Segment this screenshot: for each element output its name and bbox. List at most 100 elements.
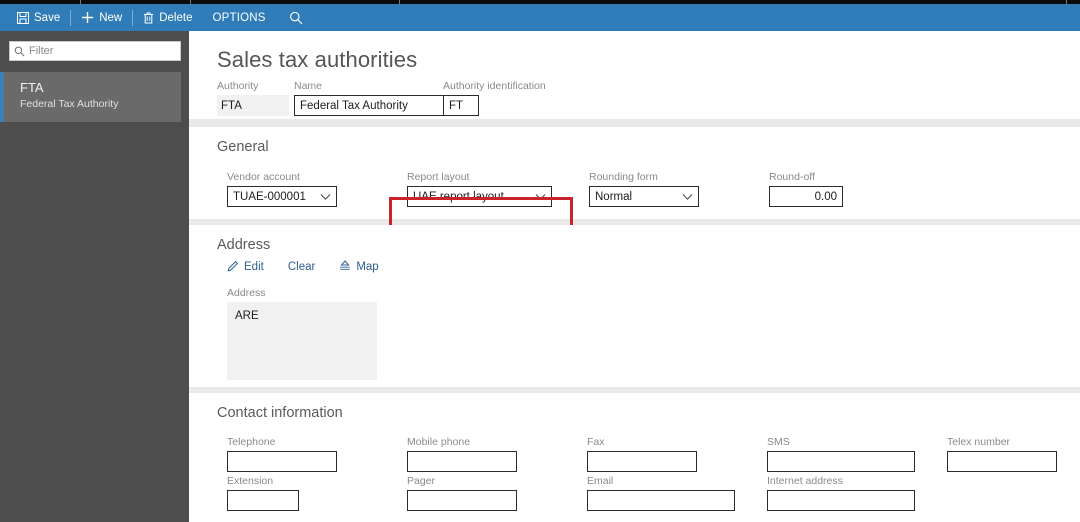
extension-field: Extension: [227, 475, 299, 511]
new-button[interactable]: New: [72, 4, 131, 31]
search-button[interactable]: [277, 4, 315, 31]
address-edit-label: Edit: [244, 261, 264, 273]
address-edit-button[interactable]: Edit: [227, 258, 264, 276]
search-icon: [289, 11, 303, 25]
report-layout-select[interactable]: UAE report layout: [407, 186, 552, 207]
toolbar-separator: [132, 9, 134, 26]
filter-box[interactable]: [9, 41, 181, 61]
chevron-down-icon: [320, 193, 331, 200]
delete-button-label: Delete: [159, 11, 193, 24]
options-menu-label: OPTIONS: [212, 11, 266, 24]
sidebar-item-title: FTA: [20, 80, 44, 95]
pager-field: Pager: [407, 475, 517, 511]
sms-input[interactable]: [773, 455, 909, 468]
fax-input[interactable]: [593, 455, 691, 468]
contact-information-title: Contact information: [217, 405, 343, 421]
extension-input[interactable]: [233, 494, 293, 507]
command-bar: Save New Delete OPTIONS: [0, 4, 1080, 31]
telephone-field: Telephone: [227, 436, 337, 472]
address-textarea[interactable]: ARE: [227, 302, 377, 380]
mobile-phone-box[interactable]: [407, 451, 517, 472]
pager-label: Pager: [407, 475, 436, 487]
pencil-icon: [227, 260, 239, 275]
vendor-account-select[interactable]: TUAE-000001: [227, 186, 337, 207]
rounding-form-label: Rounding form: [589, 171, 658, 183]
rounding-form-select[interactable]: Normal: [589, 186, 699, 207]
sms-field: SMS: [767, 436, 915, 472]
general-section-title: General: [217, 139, 269, 155]
rounding-form-field: Rounding form Normal: [589, 171, 699, 207]
internet-address-input[interactable]: [773, 494, 909, 507]
navigation-list: FTA Federal Tax Authority: [0, 72, 189, 122]
authority-identification-box[interactable]: [443, 95, 479, 116]
email-input[interactable]: [593, 494, 729, 507]
general-section: General Vendor account TUAE-000001 Repor…: [189, 127, 1080, 247]
save-button-label: Save: [34, 11, 61, 24]
address-clear-button[interactable]: Clear: [288, 258, 315, 276]
extension-label: Extension: [227, 475, 274, 487]
pager-input[interactable]: [413, 494, 511, 507]
extension-box[interactable]: [227, 490, 299, 511]
round-off-label: Round-off: [769, 171, 815, 183]
new-button-label: New: [99, 11, 123, 24]
report-layout-label: Report layout: [407, 171, 470, 183]
save-disk-icon: [17, 11, 29, 24]
internet-address-box[interactable]: [767, 490, 915, 511]
trash-icon: [143, 12, 154, 24]
authority-identification-input[interactable]: [449, 99, 473, 112]
round-off-value: 0.00: [814, 190, 837, 203]
address-section-title: Address: [217, 237, 271, 253]
mobile-phone-input[interactable]: [413, 455, 511, 468]
email-box[interactable]: [587, 490, 735, 511]
pager-box[interactable]: [407, 490, 517, 511]
authority-field-value: FTA: [217, 95, 289, 116]
address-section: Address Edit Clear Map Address ARE: [189, 225, 1080, 387]
report-layout-field: Report layout UAE report layout: [407, 171, 552, 207]
fax-box[interactable]: [587, 451, 697, 472]
address-map-button[interactable]: Map: [339, 258, 379, 276]
page-header-card: Sales tax authorities Authority FTA Name…: [189, 31, 1080, 119]
telex-number-box[interactable]: [947, 451, 1057, 472]
authority-identification-field: Authority identification: [443, 80, 588, 116]
internet-address-field: Internet address: [767, 475, 915, 511]
mobile-phone-field: Mobile phone: [407, 436, 517, 472]
address-value-field: Address ARE: [227, 287, 377, 385]
internet-address-label: Internet address: [767, 475, 843, 487]
vendor-account-label: Vendor account: [227, 171, 300, 183]
round-off-box[interactable]: 0.00: [769, 186, 843, 207]
selection-accent-bar: [0, 72, 4, 122]
sidebar-item-fta[interactable]: FTA Federal Tax Authority: [0, 72, 181, 122]
delete-button[interactable]: Delete: [134, 4, 201, 31]
telephone-box[interactable]: [227, 451, 337, 472]
address-map-label: Map: [356, 261, 379, 273]
telex-number-input[interactable]: [953, 455, 1051, 468]
telephone-label: Telephone: [227, 436, 276, 448]
rounding-form-value: Normal: [595, 190, 633, 203]
fax-label: Fax: [587, 436, 605, 448]
report-layout-value: UAE report layout: [413, 190, 504, 203]
sms-label: SMS: [767, 436, 790, 448]
map-pin-icon: [339, 259, 351, 275]
fax-field: Fax: [587, 436, 697, 472]
toolbar-separator: [70, 9, 72, 26]
telex-number-field: Telex number: [947, 436, 1057, 472]
email-label: Email: [587, 475, 614, 487]
address-toolbar: Edit Clear Map: [227, 258, 379, 276]
sidebar-item-subtitle: Federal Tax Authority: [20, 98, 119, 110]
chevron-down-icon: [535, 193, 546, 200]
mobile-phone-label: Mobile phone: [407, 436, 471, 448]
vendor-account-value: TUAE-000001: [233, 190, 306, 203]
filter-input[interactable]: [29, 45, 176, 57]
authority-field-label: Authority: [217, 80, 259, 92]
authority-identification-label: Authority identification: [443, 80, 546, 92]
page-title: Sales tax authorities: [217, 47, 418, 72]
options-menu-button[interactable]: OPTIONS: [201, 4, 276, 31]
plus-icon: [81, 11, 94, 24]
telex-number-label: Telex number: [947, 436, 1011, 448]
save-button[interactable]: Save: [8, 4, 69, 31]
chevron-down-icon: [682, 193, 693, 200]
telephone-input[interactable]: [233, 455, 331, 468]
vendor-account-field: Vendor account TUAE-000001: [227, 171, 337, 207]
sms-box[interactable]: [767, 451, 915, 472]
email-field: Email: [587, 475, 735, 511]
